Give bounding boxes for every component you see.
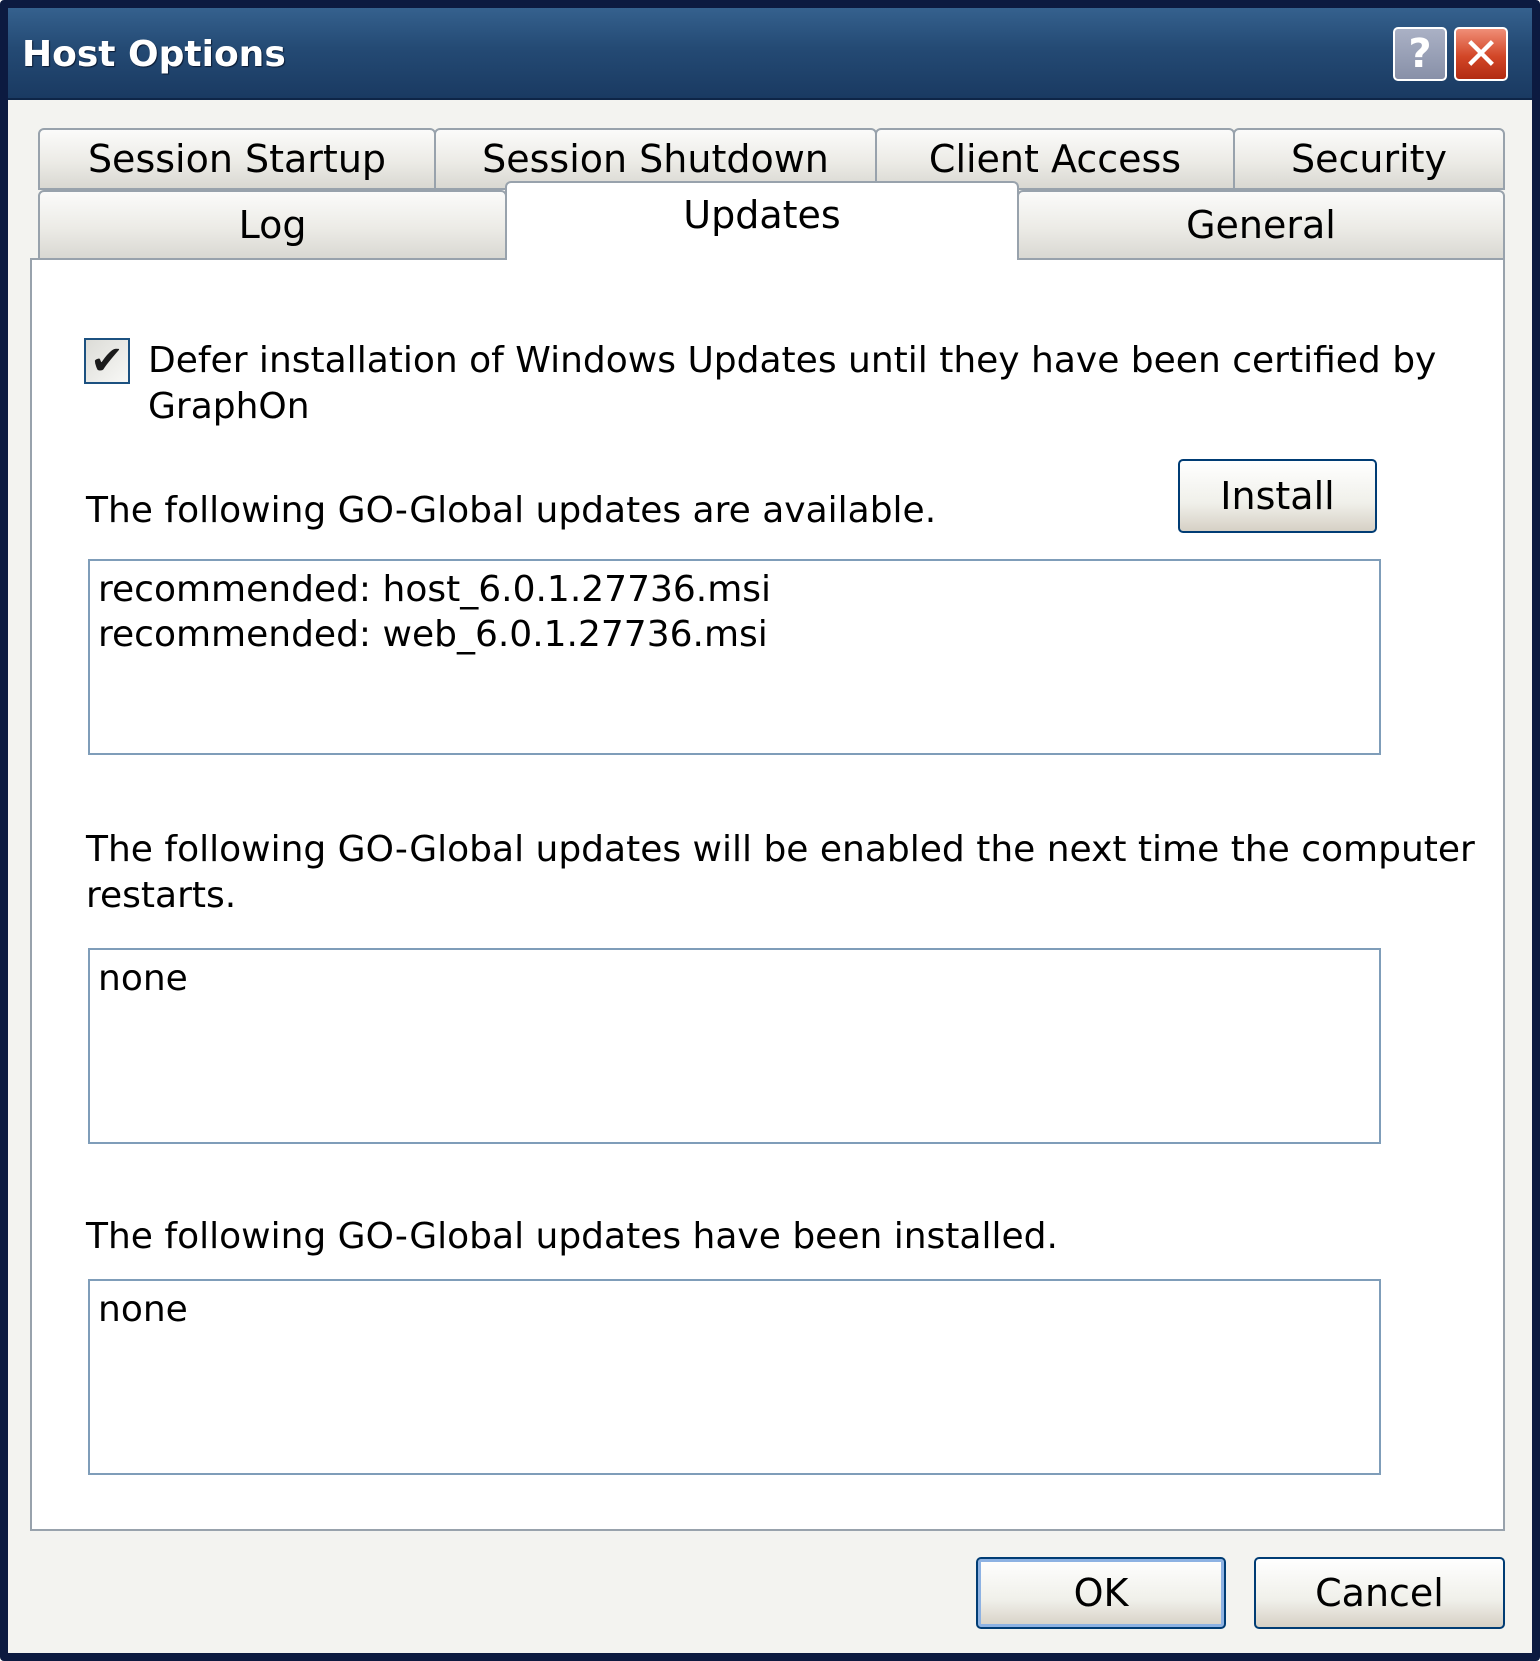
tab-updates[interactable]: Updates <box>505 181 1019 260</box>
title-bar[interactable]: Host Options ? ✕ <box>8 8 1532 100</box>
tab-log[interactable]: Log <box>38 190 507 260</box>
host-options-dialog: Host Options ? ✕ Session Startup Session… <box>0 0 1540 1661</box>
pending-updates-list[interactable]: none <box>88 948 1381 1144</box>
pending-updates-label-line2: restarts. <box>86 875 237 916</box>
install-button[interactable]: Install <box>1178 459 1377 533</box>
checkmark-icon: ✔ <box>90 338 124 384</box>
defer-updates-label-line2: GraphOn <box>148 386 310 427</box>
list-item[interactable]: recommended: web_6.0.1.27736.msi <box>98 612 1371 657</box>
question-mark-icon: ? <box>1408 31 1432 77</box>
installed-updates-list[interactable]: none <box>88 1279 1381 1475</box>
close-button[interactable]: ✕ <box>1454 27 1508 81</box>
installed-updates-label: The following GO-Global updates have bee… <box>86 1216 1058 1257</box>
available-updates-label: The following GO-Global updates are avai… <box>86 490 937 531</box>
pending-updates-label-line1: The following GO-Global updates will be … <box>86 829 1475 870</box>
dialog-title: Host Options <box>22 34 286 75</box>
tab-security[interactable]: Security <box>1233 128 1505 190</box>
defer-updates-checkbox[interactable]: ✔ <box>84 338 130 384</box>
available-updates-list[interactable]: recommended: host_6.0.1.27736.msi recomm… <box>88 559 1381 755</box>
defer-updates-label-line1: Defer installation of Windows Updates un… <box>148 340 1437 381</box>
tab-session-startup[interactable]: Session Startup <box>38 128 436 190</box>
pending-updates-label: The following GO-Global updates will be … <box>86 827 1475 919</box>
cancel-button[interactable]: Cancel <box>1254 1557 1505 1629</box>
ok-button[interactable]: OK <box>976 1557 1226 1629</box>
tab-general[interactable]: General <box>1017 190 1505 260</box>
list-item[interactable]: recommended: host_6.0.1.27736.msi <box>98 567 1371 612</box>
defer-updates-label: Defer installation of Windows Updates un… <box>148 338 1436 430</box>
list-item[interactable]: none <box>98 956 1371 1001</box>
help-button[interactable]: ? <box>1393 27 1447 81</box>
list-item[interactable]: none <box>98 1287 1371 1332</box>
close-icon: ✕ <box>1462 28 1500 80</box>
